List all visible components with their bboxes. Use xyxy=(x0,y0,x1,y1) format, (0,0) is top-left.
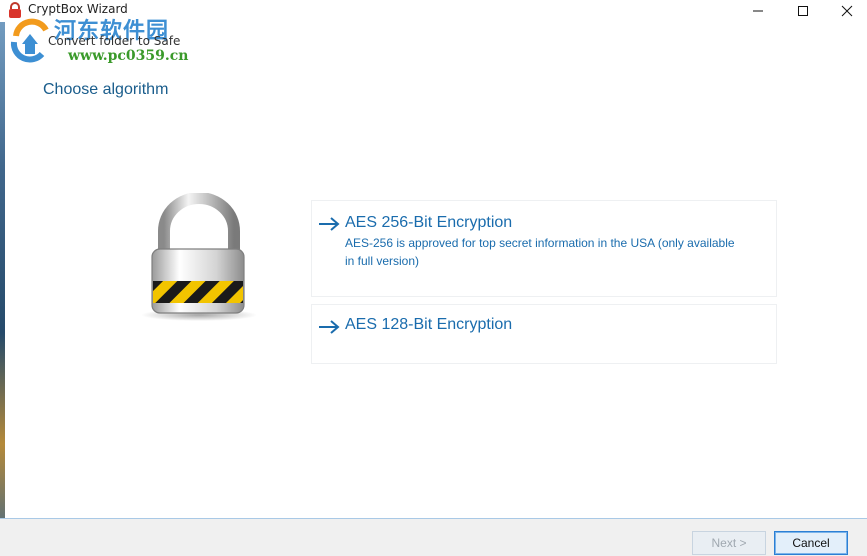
wizard-footer: Next > Cancel xyxy=(0,518,867,556)
watermark-url: www.pc0359.cn xyxy=(68,48,189,64)
arrow-right-icon xyxy=(319,217,340,231)
wizard-subtitle: Convert folder to Safe xyxy=(48,34,181,48)
maximize-icon xyxy=(798,6,808,16)
option-description: AES-256 is approved for top secret infor… xyxy=(345,236,735,268)
padlock-icon xyxy=(141,193,257,321)
minimize-button[interactable] xyxy=(735,0,781,22)
watermark-logo xyxy=(10,18,49,63)
cancel-button[interactable]: Cancel xyxy=(774,531,848,555)
option-aes-128[interactable]: AES 128-Bit Encryption xyxy=(311,304,777,364)
option-title: AES 256-Bit Encryption xyxy=(345,214,513,231)
close-button[interactable] xyxy=(824,0,867,22)
arrow-right-icon xyxy=(319,320,340,334)
maximize-button[interactable] xyxy=(780,0,826,22)
next-button[interactable]: Next > xyxy=(692,531,766,555)
option-aes-256[interactable]: AES 256-Bit Encryption AES-256 is approv… xyxy=(311,200,777,297)
minimize-icon xyxy=(753,10,763,12)
page-title: Choose algorithm xyxy=(43,81,169,98)
desktop-background-edge xyxy=(0,0,5,555)
option-title: AES 128-Bit Encryption xyxy=(345,316,513,333)
close-icon xyxy=(841,5,853,17)
